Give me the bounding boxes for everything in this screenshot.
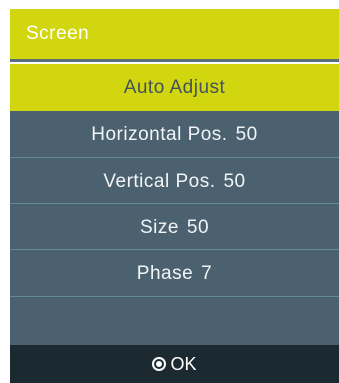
screen-osd-menu: Screen Auto Adjust Horizontal Pos. 50 Ver…	[10, 9, 339, 383]
menu-item-label: Vertical Pos.	[103, 171, 216, 192]
menu-footer: OK	[10, 345, 339, 383]
ok-button[interactable]: OK	[152, 354, 197, 374]
menu-item-value: 50	[186, 217, 210, 238]
row-divider	[10, 296, 339, 297]
menu-item-vertical-pos[interactable]: Vertical Pos. 50	[10, 158, 339, 205]
ok-label: OK	[170, 354, 197, 374]
menu-item-auto-adjust[interactable]: Auto Adjust	[10, 64, 339, 111]
menu-item-phase[interactable]: Phase 7	[10, 250, 339, 297]
ok-circle-icon	[152, 357, 167, 371]
menu-item-label: Size	[139, 217, 179, 238]
menu-item-label: Horizontal Pos.	[91, 124, 228, 145]
menu-item-value: 7	[201, 263, 213, 284]
menu-item-value: 50	[235, 124, 258, 145]
menu-item-size[interactable]: Size 50	[10, 204, 339, 251]
menu-item-label: Auto Adjust	[123, 77, 226, 98]
menu-item-horizontal-pos[interactable]: Horizontal Pos. 50	[10, 111, 339, 158]
menu-item-label: Phase	[136, 263, 194, 284]
menu-item-value: 50	[223, 171, 246, 192]
menu-title: Screen	[10, 9, 339, 59]
